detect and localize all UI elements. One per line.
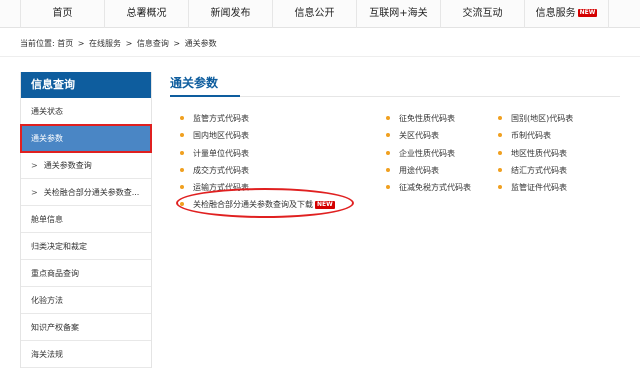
link-supervision-mode[interactable]: 监管方式代码表 [180,113,249,124]
bullet-icon [180,201,184,206]
bullet-icon [386,150,390,155]
nav-item-home[interactable]: 首页 [20,0,105,28]
sidebar-item-key-goods[interactable]: 重点商品查询 [21,260,151,287]
link-transaction-mode[interactable]: 成交方式代码表 [180,165,249,176]
bullet-icon [180,115,184,120]
divider [0,56,640,57]
sidebar-item-clearance-status[interactable]: 通关状态 [21,98,151,125]
nav-item-internet-customs[interactable]: 互联网+海关 [357,0,441,28]
breadcrumb-separator: > [125,39,133,48]
bullet-icon [498,184,502,189]
bullet-icon [180,132,184,137]
bullet-icon [498,167,502,172]
nav-item-news[interactable]: 新闻发布 [189,0,273,28]
bullet-icon [180,150,184,155]
new-badge: NEW [577,9,598,17]
breadcrumb-prefix: 当前位置: [20,39,55,48]
sidebar-item-clearance-params[interactable]: 通关参数 [20,124,152,153]
bullet-icon [180,167,184,172]
nav-item-info-service[interactable]: 信息服务 NEW [525,0,609,28]
sidebar: 信息查询 通关状态 通关参数 > 通关参数查询 > 关检融合部分通关参数查... 舱… [20,72,152,368]
link-tax-reduction-mode[interactable]: 征减免税方式代码表 [386,182,471,193]
top-navigation: 首页 总署概况 新闻发布 信息公开 互联网+海关 交流互动 信息服务 NEW [0,0,640,28]
page-title: 通关参数 [170,76,219,90]
breadcrumb-separator: > [173,39,181,48]
bullet-icon [386,184,390,189]
nav-item-info-disclosure[interactable]: 信息公开 [273,0,357,28]
bullet-icon [386,132,390,137]
bullet-icon [386,115,390,120]
link-usage[interactable]: 用途代码表 [386,165,439,176]
breadcrumb-online-service[interactable]: 在线服务 [89,39,121,48]
chevron-right-icon: > [31,188,38,197]
sidebar-subitem-params-query[interactable]: > 通关参数查询 [21,152,151,179]
breadcrumb-home[interactable]: 首页 [57,39,73,48]
link-transport-mode[interactable]: 运输方式代码表 [180,182,249,193]
breadcrumb-info-query[interactable]: 信息查询 [137,39,169,48]
sidebar-subitem-integrated-params[interactable]: > 关检融合部分通关参数查... [21,179,151,206]
link-exemption-nature[interactable]: 征免性质代码表 [386,113,455,124]
sidebar-item-ip-record[interactable]: 知识产权备案 [21,314,151,341]
link-domestic-region[interactable]: 国内地区代码表 [180,130,249,141]
link-regulatory-certificate[interactable]: 监管证件代码表 [498,182,567,193]
sidebar-item-classification[interactable]: 归类决定和裁定 [21,233,151,260]
sidebar-header: 信息查询 [21,72,151,98]
nav-item-overview[interactable]: 总署概况 [105,0,189,28]
link-customs-district[interactable]: 关区代码表 [386,130,439,141]
bullet-icon [498,150,502,155]
sidebar-item-lab-methods[interactable]: 化验方法 [21,287,151,314]
nav-item-interaction[interactable]: 交流互动 [441,0,525,28]
bullet-icon [498,115,502,120]
title-underline [170,95,620,97]
new-badge: NEW [315,200,335,209]
link-currency[interactable]: 币制代码表 [498,130,551,141]
bullet-icon [498,132,502,137]
sidebar-item-customs-law[interactable]: 海关法规 [21,341,151,368]
bullet-icon [386,167,390,172]
link-enterprise-nature[interactable]: 企业性质代码表 [386,148,455,159]
breadcrumb: 当前位置: 首页 > 在线服务 > 信息查询 > 通关参数 [20,38,217,49]
breadcrumb-separator: > [77,39,85,48]
link-integrated-params-download[interactable]: 关检融合部分通关参数查询及下载 NEW [180,199,335,210]
link-settlement-mode[interactable]: 结汇方式代码表 [498,165,567,176]
link-region-nature[interactable]: 地区性质代码表 [498,148,567,159]
link-measurement-unit[interactable]: 计量单位代码表 [180,148,249,159]
link-country-region[interactable]: 国别(地区)代码表 [498,113,573,124]
bullet-icon [180,184,184,189]
breadcrumb-current: 通关参数 [184,39,217,48]
sidebar-item-manifest[interactable]: 舱单信息 [21,206,151,233]
chevron-right-icon: > [31,161,38,170]
